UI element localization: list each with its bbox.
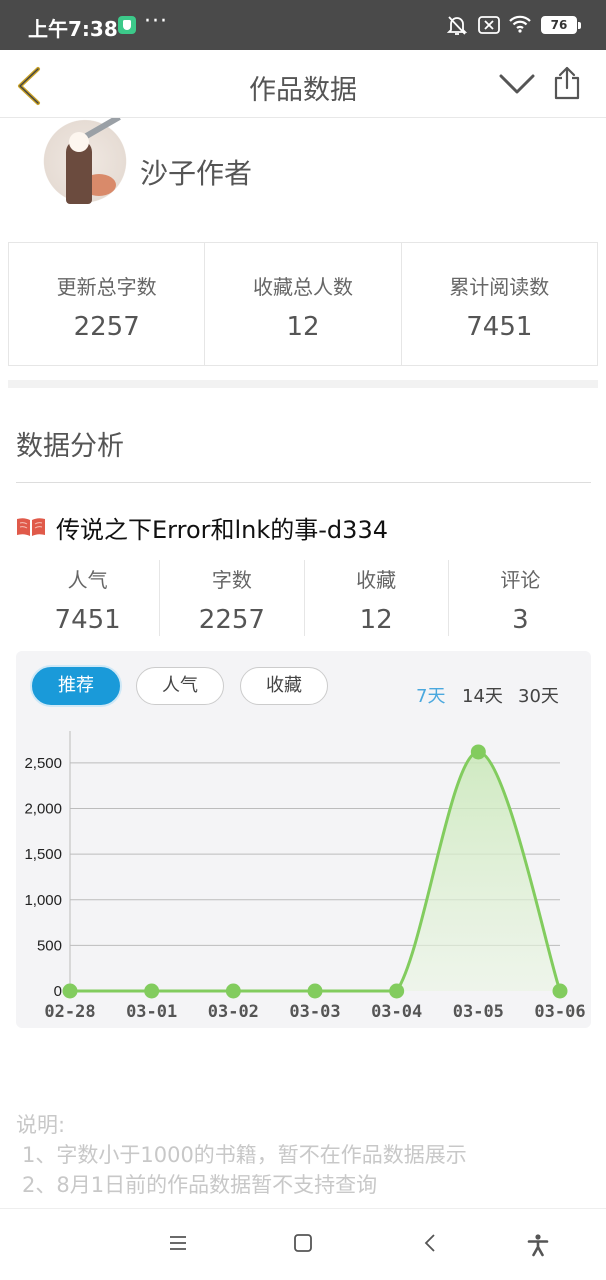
- open-book-icon: [17, 518, 45, 536]
- data-point[interactable]: [144, 983, 160, 999]
- bell-muted-icon: [446, 16, 468, 35]
- battery-icon: 76: [541, 16, 581, 34]
- note-line: 1、字数小于1000的书籍，暂不在作品数据展示: [22, 1143, 467, 1167]
- book-stat-popularity: 人气 7451: [16, 560, 161, 636]
- x-tick-label: 03-06: [534, 1002, 585, 1021]
- x-tick-label: 02-28: [44, 1002, 95, 1021]
- notes-heading: 说明:: [16, 1113, 66, 1137]
- stat-value: 7451: [466, 312, 533, 342]
- data-point[interactable]: [470, 744, 486, 760]
- stat-total-favorites: 收藏总人数 12: [205, 243, 402, 365]
- stat-value: 2257: [198, 605, 265, 635]
- data-point[interactable]: [225, 983, 241, 999]
- x-tick-label: 03-01: [126, 1002, 177, 1021]
- x-tick-label: 03-03: [289, 1002, 340, 1021]
- stat-total-words: 更新总字数 2257: [9, 243, 206, 365]
- wifi-icon: [509, 15, 531, 33]
- home-icon[interactable]: [292, 1233, 314, 1253]
- range-30-days[interactable]: 30天: [518, 682, 559, 708]
- stat-label: 累计阅读数: [449, 275, 550, 299]
- range-7-days[interactable]: 7天: [416, 682, 445, 708]
- stat-label: 更新总字数: [56, 275, 157, 299]
- stat-label: 字数: [211, 568, 252, 592]
- data-point[interactable]: [552, 983, 568, 999]
- stat-value: 2257: [73, 312, 140, 342]
- stat-label: 评论: [500, 568, 541, 592]
- y-tick-label: 1,500: [24, 846, 62, 863]
- stat-value: 12: [286, 312, 320, 342]
- system-nav-bar: [0, 1208, 606, 1280]
- menu-icon[interactable]: [168, 1233, 188, 1253]
- chevron-down-icon[interactable]: [498, 72, 536, 96]
- stat-total-reads: 累计阅读数 7451: [402, 243, 597, 365]
- nav-bar: 作品数据: [0, 50, 606, 118]
- series-area: [70, 751, 560, 991]
- author-header: 沙子作者: [0, 118, 606, 228]
- x-tick-label: 03-02: [208, 1002, 259, 1021]
- divider: [16, 482, 591, 483]
- accessibility-icon[interactable]: [526, 1233, 550, 1257]
- book-title: 传说之下Error和lnk的事-d334: [56, 516, 388, 544]
- stat-value: 3: [512, 605, 529, 635]
- data-point[interactable]: [389, 983, 405, 999]
- book-stat-favorites: 收藏 12: [305, 560, 449, 636]
- y-tick-label: 2,000: [24, 801, 62, 818]
- data-point[interactable]: [307, 983, 323, 999]
- data-point[interactable]: [62, 983, 78, 999]
- tab-recommend[interactable]: 推荐: [32, 667, 120, 705]
- share-icon[interactable]: [552, 66, 582, 100]
- stat-label: 收藏: [356, 568, 397, 592]
- status-more: ···: [144, 9, 168, 34]
- notes: 说明: 1、字数小于1000的书籍，暂不在作品数据展示 2、8月1日前的作品数据…: [16, 1110, 467, 1200]
- book-stat-words: 字数 2257: [160, 560, 305, 636]
- status-time: 上午7:38: [28, 17, 118, 41]
- book-stats: 人气 7451 字数 2257 收藏 12 评论 3: [16, 560, 592, 636]
- range-14-days[interactable]: 14天: [462, 682, 503, 708]
- avatar[interactable]: [42, 118, 128, 214]
- stat-value: 7451: [54, 605, 121, 635]
- chart-card: 推荐 人气 收藏 7天 14天 30天 0 500 1,000 1,500 2,000 2…: [16, 651, 591, 1028]
- status-bar: 上午7:38 ··· 76: [0, 0, 606, 50]
- tab-popularity[interactable]: 人气: [136, 667, 224, 705]
- x-tick-label: 03-05: [453, 1002, 504, 1021]
- y-tick-label: 0: [54, 983, 62, 1000]
- back-icon[interactable]: [422, 1233, 438, 1253]
- x-tick-label: 03-04: [371, 1002, 422, 1021]
- stat-label: 人气: [67, 568, 108, 592]
- tab-favorites[interactable]: 收藏: [240, 667, 328, 705]
- y-tick-label: 500: [37, 937, 62, 954]
- y-tick-label: 2,500: [24, 755, 62, 772]
- author-name: 沙子作者: [140, 157, 253, 190]
- stat-label: 收藏总人数: [252, 275, 353, 299]
- y-tick-label: 1,000: [24, 892, 62, 909]
- area-chart: 0 500 1,000 1,500 2,000 2,500 02-28 03-01 03-02 0…: [24, 731, 586, 1021]
- stat-value: 12: [359, 605, 393, 635]
- sim-off-icon: [478, 16, 500, 34]
- note-line: 2、8月1日前的作品数据暂不支持查询: [22, 1173, 378, 1197]
- book-stat-comments: 评论 3: [449, 560, 592, 636]
- summary-stats: 更新总字数 2257 收藏总人数 12 累计阅读数 7451: [8, 242, 598, 366]
- analysis-title: 数据分析: [16, 431, 124, 462]
- section-divider: [8, 380, 598, 388]
- shield-icon: [118, 16, 136, 34]
